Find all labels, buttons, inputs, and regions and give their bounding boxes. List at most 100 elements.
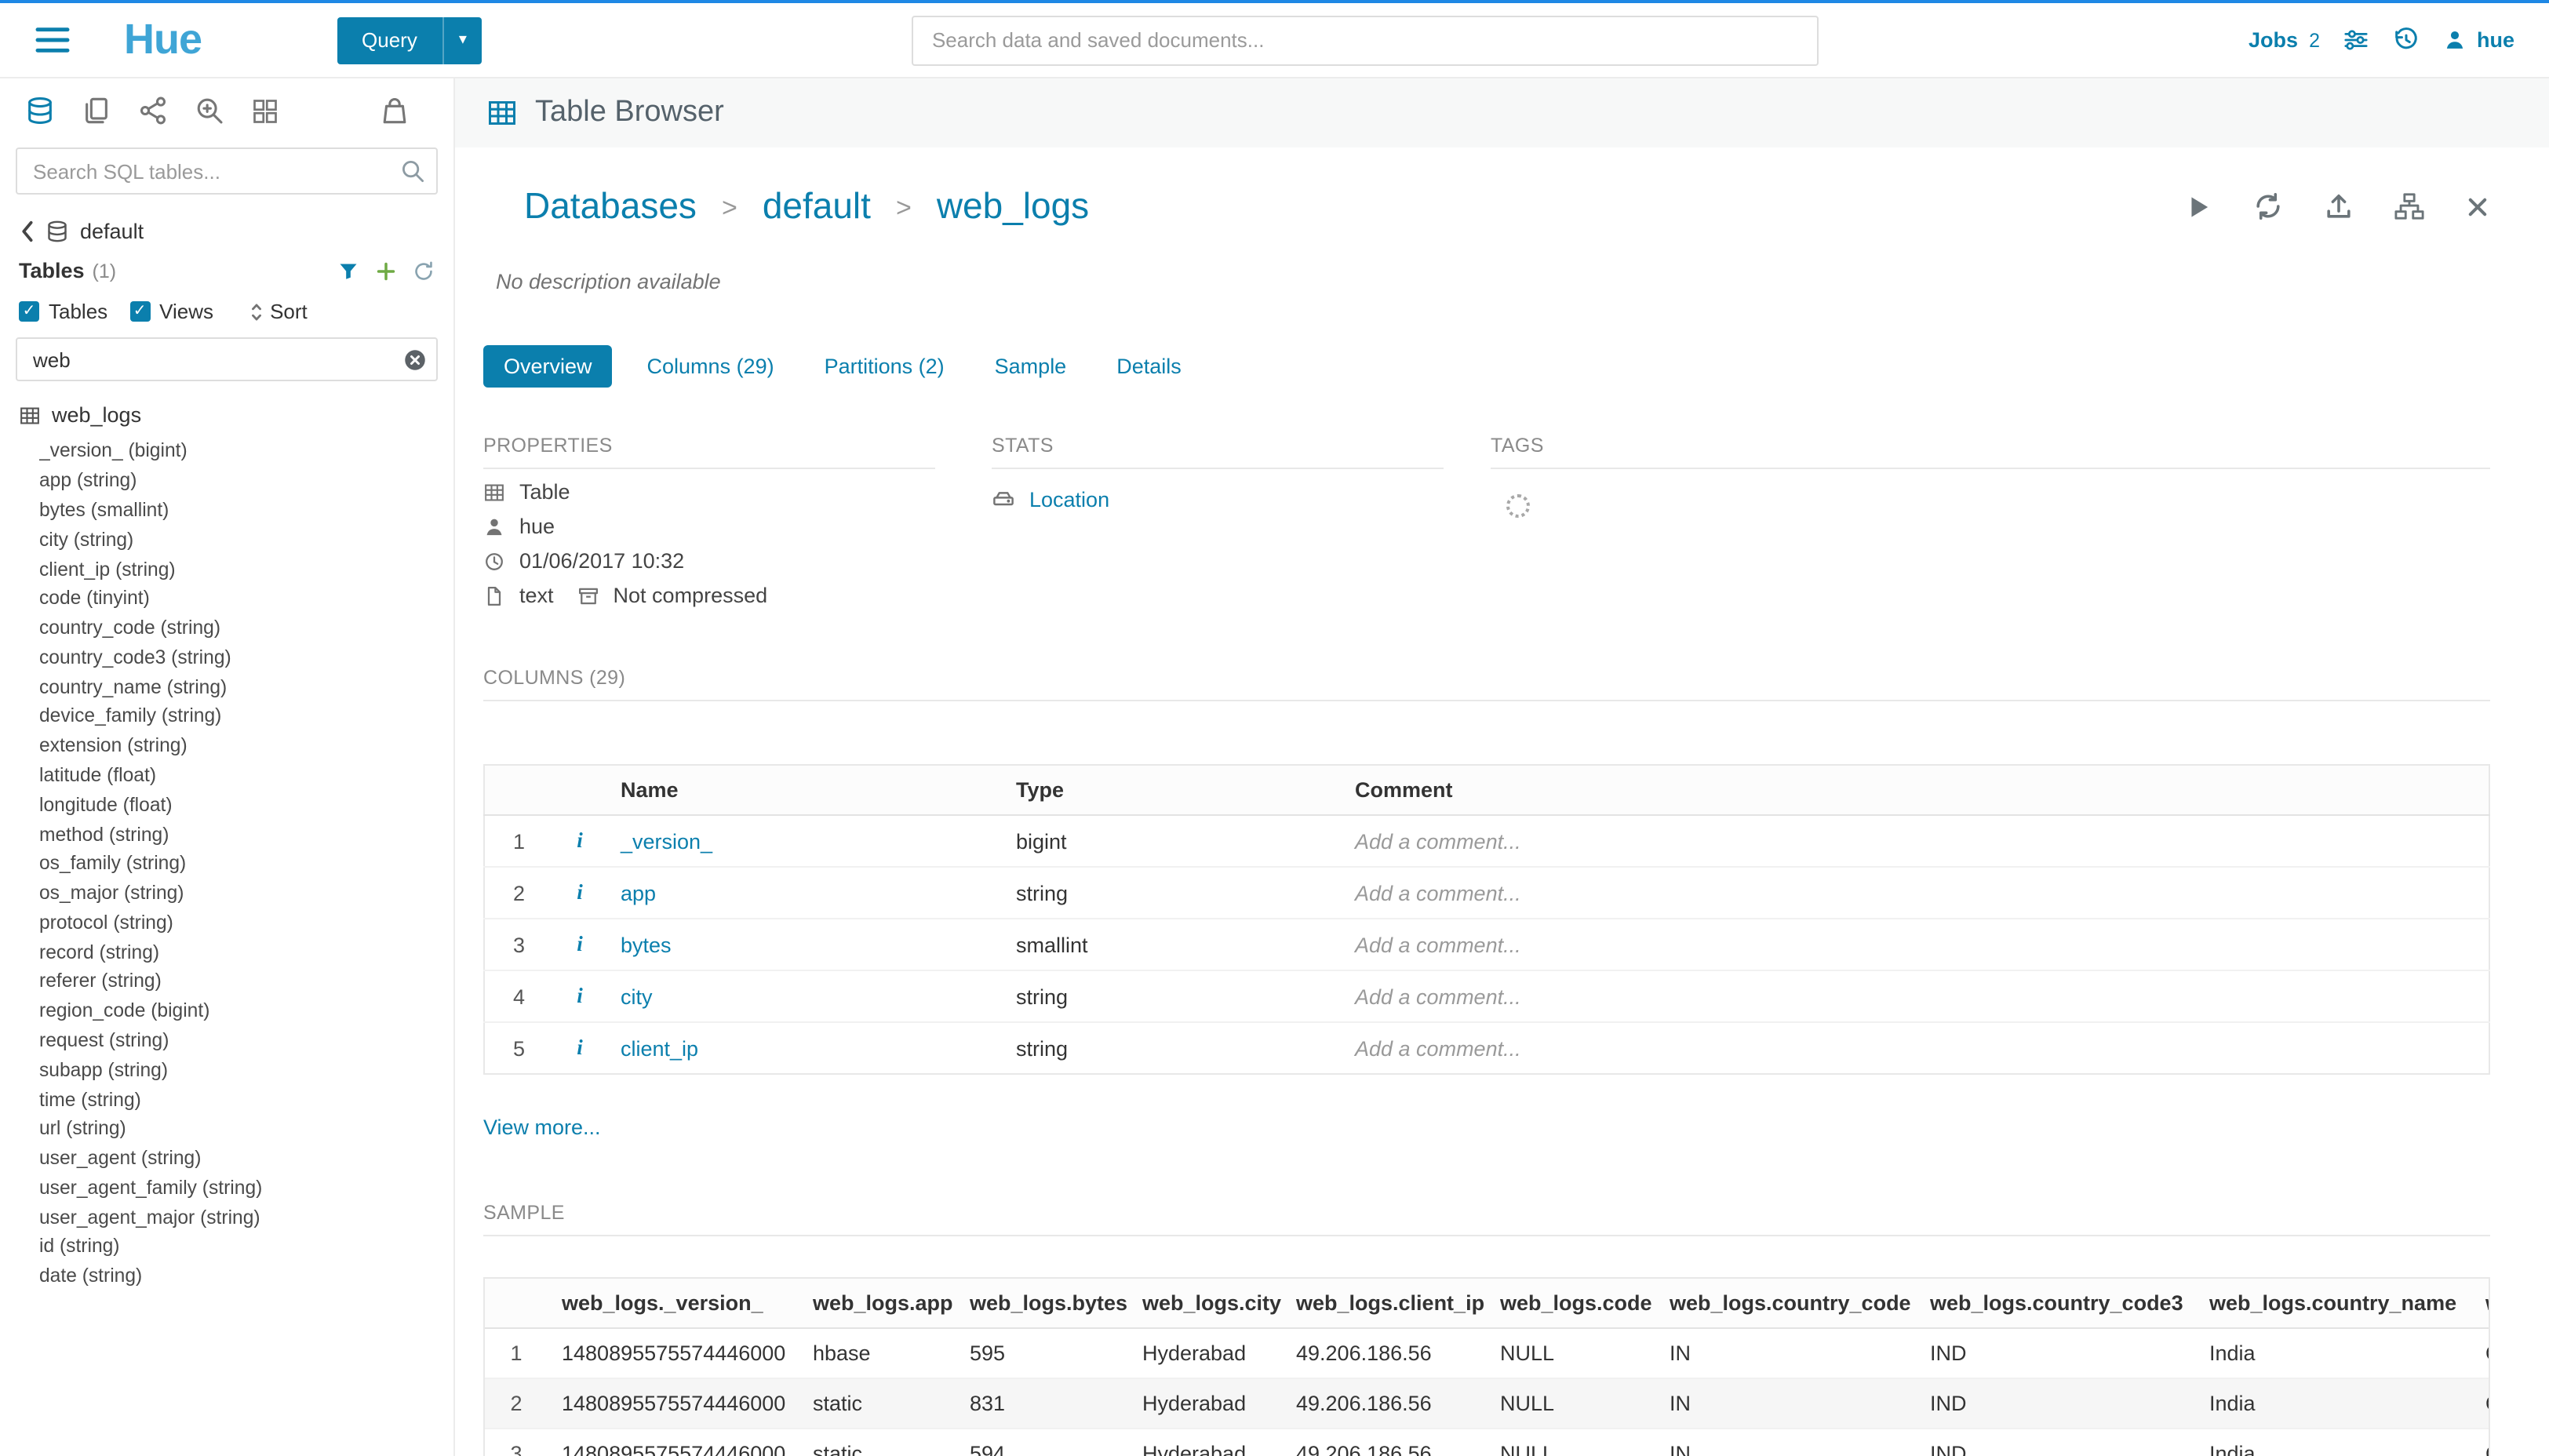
assist-column-item[interactable]: protocol (string) — [39, 908, 453, 937]
assist-column-item[interactable]: device_family (string) — [39, 701, 453, 731]
tables-checkbox[interactable]: ✓ — [19, 301, 39, 322]
assist-column-item[interactable]: bytes (smallint) — [39, 495, 453, 525]
views-checkbox-label[interactable]: Views — [159, 300, 213, 323]
query-table-button[interactable] — [2183, 192, 2212, 220]
info-icon[interactable]: i — [577, 984, 583, 1007]
tab-partitions[interactable]: Partitions (2) — [809, 345, 960, 388]
global-search-input[interactable] — [912, 15, 1819, 65]
assist-column-item[interactable]: time (string) — [39, 1084, 453, 1114]
column-name-link[interactable]: app — [606, 867, 1002, 919]
assist-apps-button[interactable] — [251, 96, 279, 125]
query-button[interactable]: Query — [337, 16, 442, 64]
assist-column-item[interactable]: _version_ (bigint) — [39, 436, 453, 466]
assist-column-item[interactable]: region_code (bigint) — [39, 996, 453, 1026]
column-row-index: 1 — [484, 815, 553, 867]
assist-column-item[interactable]: record (string) — [39, 937, 453, 967]
add-table-button[interactable] — [375, 260, 397, 282]
history-button[interactable] — [2394, 27, 2420, 53]
hamburger-menu-button[interactable] — [35, 25, 71, 55]
assist-column-item[interactable]: code (tinyint) — [39, 584, 453, 613]
column-comment[interactable]: Add a comment... — [1341, 919, 2489, 970]
assist-documents-button[interactable] — [82, 96, 111, 126]
assist-databases-button[interactable] — [25, 96, 55, 126]
assist-column-item[interactable]: country_name (string) — [39, 672, 453, 702]
assist-column-item[interactable]: country_code3 (string) — [39, 642, 453, 672]
magnifier-icon[interactable] — [400, 158, 425, 184]
assist-column-item[interactable]: city (string) — [39, 525, 453, 555]
breadcrumb-databases[interactable]: Databases — [524, 185, 697, 228]
assist-column-item[interactable]: subapp (string) — [39, 1055, 453, 1085]
filter-tables-button[interactable] — [337, 260, 359, 282]
assist-table-web-logs[interactable]: web_logs — [0, 391, 453, 433]
assist-column-item[interactable]: request (string) — [39, 1025, 453, 1055]
assist-column-item[interactable]: longitude (float) — [39, 790, 453, 820]
assist-column-item[interactable]: method (string) — [39, 819, 453, 849]
sliders-icon — [2343, 27, 2370, 53]
column-name-link[interactable]: client_ip — [606, 1022, 1002, 1074]
assist-column-item[interactable]: user_agent_major (string) — [39, 1203, 453, 1232]
assist-column-item[interactable]: country_code (string) — [39, 613, 453, 642]
view-more-link[interactable]: View more... — [483, 1116, 601, 1139]
assist-column-item[interactable]: referer (string) — [39, 966, 453, 996]
sample-row-index: 1 — [485, 1328, 548, 1378]
assist-column-item[interactable]: client_ip (string) — [39, 554, 453, 584]
database-icon — [25, 96, 55, 126]
info-icon[interactable]: i — [577, 1036, 583, 1059]
tab-details[interactable]: Details — [1101, 345, 1197, 388]
assist-search-button[interactable] — [195, 96, 224, 126]
user-menu[interactable]: hue — [2444, 28, 2514, 52]
views-checkbox[interactable]: ✓ — [129, 301, 150, 322]
assist-column-item[interactable]: user_agent (string) — [39, 1144, 453, 1174]
clear-filter-icon[interactable] — [403, 348, 427, 372]
sample-cell: NULL — [1486, 1378, 1655, 1429]
column-row-index: 3 — [484, 919, 553, 970]
assist-column-item[interactable]: user_agent_family (string) — [39, 1173, 453, 1203]
jobs-link[interactable]: Jobs 2 — [2249, 28, 2320, 52]
sample-header: w — [2471, 1279, 2489, 1328]
breadcrumb-table[interactable]: web_logs — [937, 185, 1089, 228]
lineage-button[interactable] — [2394, 191, 2423, 221]
assist-column-item[interactable]: latitude (float) — [39, 760, 453, 790]
column-comment[interactable]: Add a comment... — [1341, 815, 2489, 867]
tab-columns[interactable]: Columns (29) — [632, 345, 790, 388]
tab-overview[interactable]: Overview — [483, 345, 613, 388]
sort-toggle[interactable]: Sort — [248, 300, 308, 323]
close-button[interactable] — [2464, 194, 2489, 219]
info-icon[interactable]: i — [577, 932, 583, 956]
hue-logo[interactable]: Hue — [124, 16, 202, 64]
tags-heading: TAGS — [1491, 435, 2489, 469]
table-filter-input[interactable] — [16, 337, 438, 381]
info-icon[interactable]: i — [577, 880, 583, 904]
table-browser-content[interactable]: Databases > default > web_logs — [455, 147, 2549, 1456]
column-comment[interactable]: Add a comment... — [1341, 867, 2489, 919]
column-name-link[interactable]: city — [606, 970, 1002, 1022]
column-comment[interactable]: Add a comment... — [1341, 1022, 2489, 1074]
tab-sample[interactable]: Sample — [979, 345, 1083, 388]
assist-search-input[interactable] — [16, 147, 438, 195]
assist-column-item[interactable]: url (string) — [39, 1114, 453, 1144]
tables-checkbox-label[interactable]: Tables — [49, 300, 107, 323]
column-name-link[interactable]: bytes — [606, 919, 1002, 970]
column-name-link[interactable]: _version_ — [606, 815, 1002, 867]
info-icon[interactable]: i — [577, 828, 583, 852]
query-dropdown-button[interactable]: ▾ — [442, 16, 482, 64]
refresh-tables-button[interactable] — [413, 260, 435, 282]
assist-column-item[interactable]: os_family (string) — [39, 849, 453, 879]
assist-column-item[interactable]: extension (string) — [39, 731, 453, 761]
column-comment[interactable]: Add a comment... — [1341, 970, 2489, 1022]
table-description[interactable]: No description available — [496, 270, 2489, 293]
assist-database-breadcrumb[interactable]: default — [0, 207, 453, 253]
breadcrumb-database[interactable]: default — [763, 185, 871, 228]
settings-sliders-button[interactable] — [2343, 27, 2370, 53]
assist-column-item[interactable]: date (string) — [39, 1261, 453, 1291]
assist-column-item[interactable]: app (string) — [39, 466, 453, 496]
upload-button[interactable] — [2323, 191, 2353, 221]
assist-s3-button[interactable] — [380, 96, 410, 126]
assist-column-item[interactable]: os_major (string) — [39, 878, 453, 908]
sample-table-container[interactable]: web_logs._version_ web_logs.app web_logs… — [483, 1277, 2489, 1456]
refresh-table-button[interactable] — [2252, 191, 2282, 221]
assist-column-item[interactable]: id (string) — [39, 1232, 453, 1261]
screenshot-stage: Hue Query ▾ Jobs 2 hue — [0, 0, 2549, 1456]
location-link[interactable]: Location — [1029, 488, 1109, 511]
assist-cluster-button[interactable] — [138, 96, 168, 126]
